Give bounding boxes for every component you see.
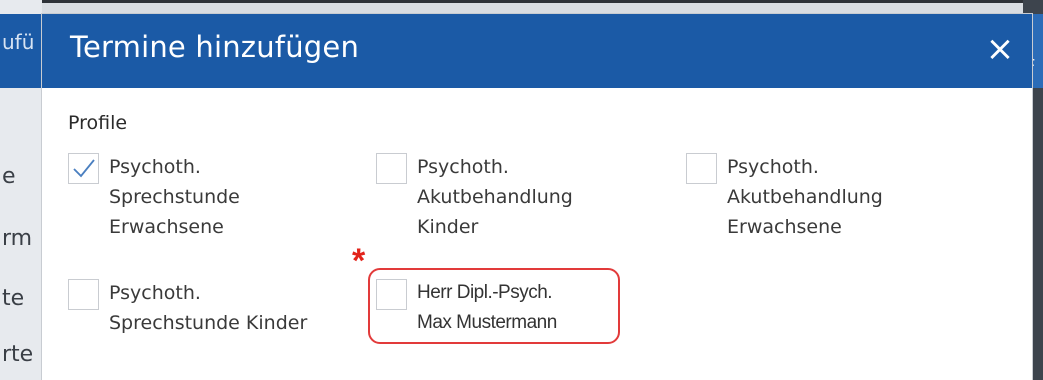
checkbox[interactable] bbox=[376, 153, 407, 184]
dialog-title: Termine hinzufügen bbox=[70, 30, 360, 64]
option-label: Psychoth. Sprechstunde Erwachsene bbox=[109, 156, 240, 238]
profile-option-sprechstunde-kinder[interactable]: Psychoth. Sprechstunde Kinder bbox=[68, 278, 319, 338]
option-label: Psychoth. Akutbehandlung Kinder bbox=[417, 156, 573, 238]
checkbox[interactable] bbox=[376, 279, 407, 310]
add-appointments-dialog: Termine hinzufügen × Profile Psychoth. S… bbox=[42, 14, 1032, 380]
profile-option-akut-kinder[interactable]: Psychoth. Akutbehandlung Kinder bbox=[376, 152, 627, 242]
profile-option-sprechstunde-erwachsene[interactable]: Psychoth. Sprechstunde Erwachsene bbox=[68, 152, 319, 242]
dialog-header: Termine hinzufügen × bbox=[42, 14, 1032, 88]
profile-option-akut-erwachsene[interactable]: Psychoth. Akutbehandlung Erwachsene bbox=[686, 152, 937, 242]
background-fragment: ufü bbox=[2, 30, 35, 54]
checkbox[interactable] bbox=[686, 153, 717, 184]
background-left-panel: ufü e rm te rte bbox=[0, 0, 42, 380]
background-fragment: rm bbox=[2, 226, 33, 251]
required-asterisk: * bbox=[352, 242, 366, 280]
profile-option-max-mustermann[interactable]: Herr Dipl.-Psych. Max Mustermann bbox=[376, 278, 627, 338]
option-label: Psychoth. Akutbehandlung Erwachsene bbox=[727, 156, 883, 238]
background-fragment: te bbox=[2, 286, 25, 311]
option-label: Psychoth. Sprechstunde Kinder bbox=[109, 282, 308, 334]
profile-section-label: Profile bbox=[68, 112, 128, 134]
background-fragment: e bbox=[2, 164, 16, 189]
option-label: Herr Dipl.-Psych. Max Mustermann bbox=[417, 282, 557, 333]
checkbox[interactable] bbox=[68, 279, 99, 310]
top-border bbox=[0, 0, 1043, 3]
check-icon bbox=[73, 159, 95, 178]
close-icon[interactable]: × bbox=[980, 28, 1020, 70]
checkbox[interactable] bbox=[68, 153, 99, 184]
background-fragment: rte bbox=[2, 342, 34, 367]
